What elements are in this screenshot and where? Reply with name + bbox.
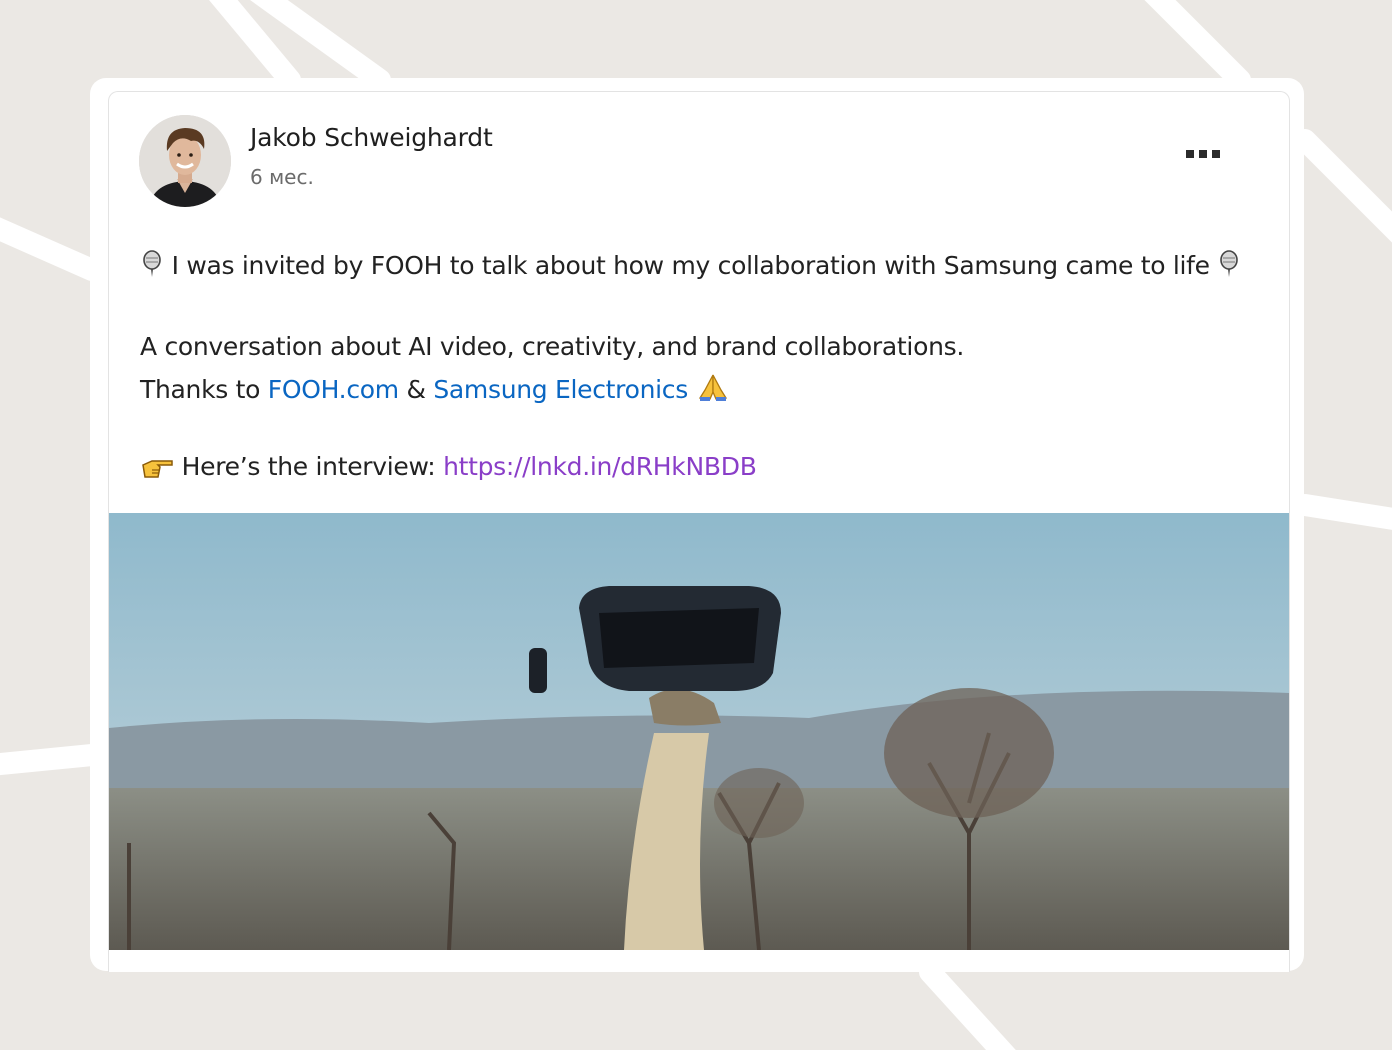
fooh-link[interactable]: FOOH.com [268,375,399,404]
more-options-icon [1186,150,1194,158]
post-video-thumbnail[interactable] [109,513,1289,950]
post-line-1: I was invited by FOOH to talk about how … [140,250,1241,280]
more-options-button[interactable] [1175,142,1231,166]
folded-hands-icon [698,374,727,401]
pointing-hand-icon [142,460,173,478]
microphone-icon [143,250,161,277]
microphone-icon [1220,250,1239,277]
avatar[interactable] [139,115,231,207]
samsung-electronics-link[interactable]: Samsung Electronics [433,375,688,404]
post-intro-text: I was invited by FOOH to talk about how … [164,251,1218,280]
post-line-4: Here’s the interview: https://lnkd.in/dR… [140,452,757,481]
avatar-portrait [139,115,231,207]
interview-url-link[interactable]: https://lnkd.in/dRHkNBDB [443,452,757,481]
more-options-dot [1199,150,1207,158]
ostrich-vr-image [109,513,1289,950]
author-name[interactable]: Jakob Schweighardt [250,123,493,152]
linkedin-post-card: Jakob Schweighardt 6 мес. I was invited … [108,91,1290,972]
post-line-3: Thanks to FOOH.com & Samsung Electronics [140,372,730,404]
more-options-dot [1212,150,1220,158]
interview-label: Here’s the interview: [174,452,444,481]
post-timestamp: 6 мес. [250,165,314,189]
ampersand-text: & [398,375,434,404]
post-line-2: A conversation about AI video, creativit… [140,332,964,361]
thanks-text: Thanks to [140,375,268,404]
